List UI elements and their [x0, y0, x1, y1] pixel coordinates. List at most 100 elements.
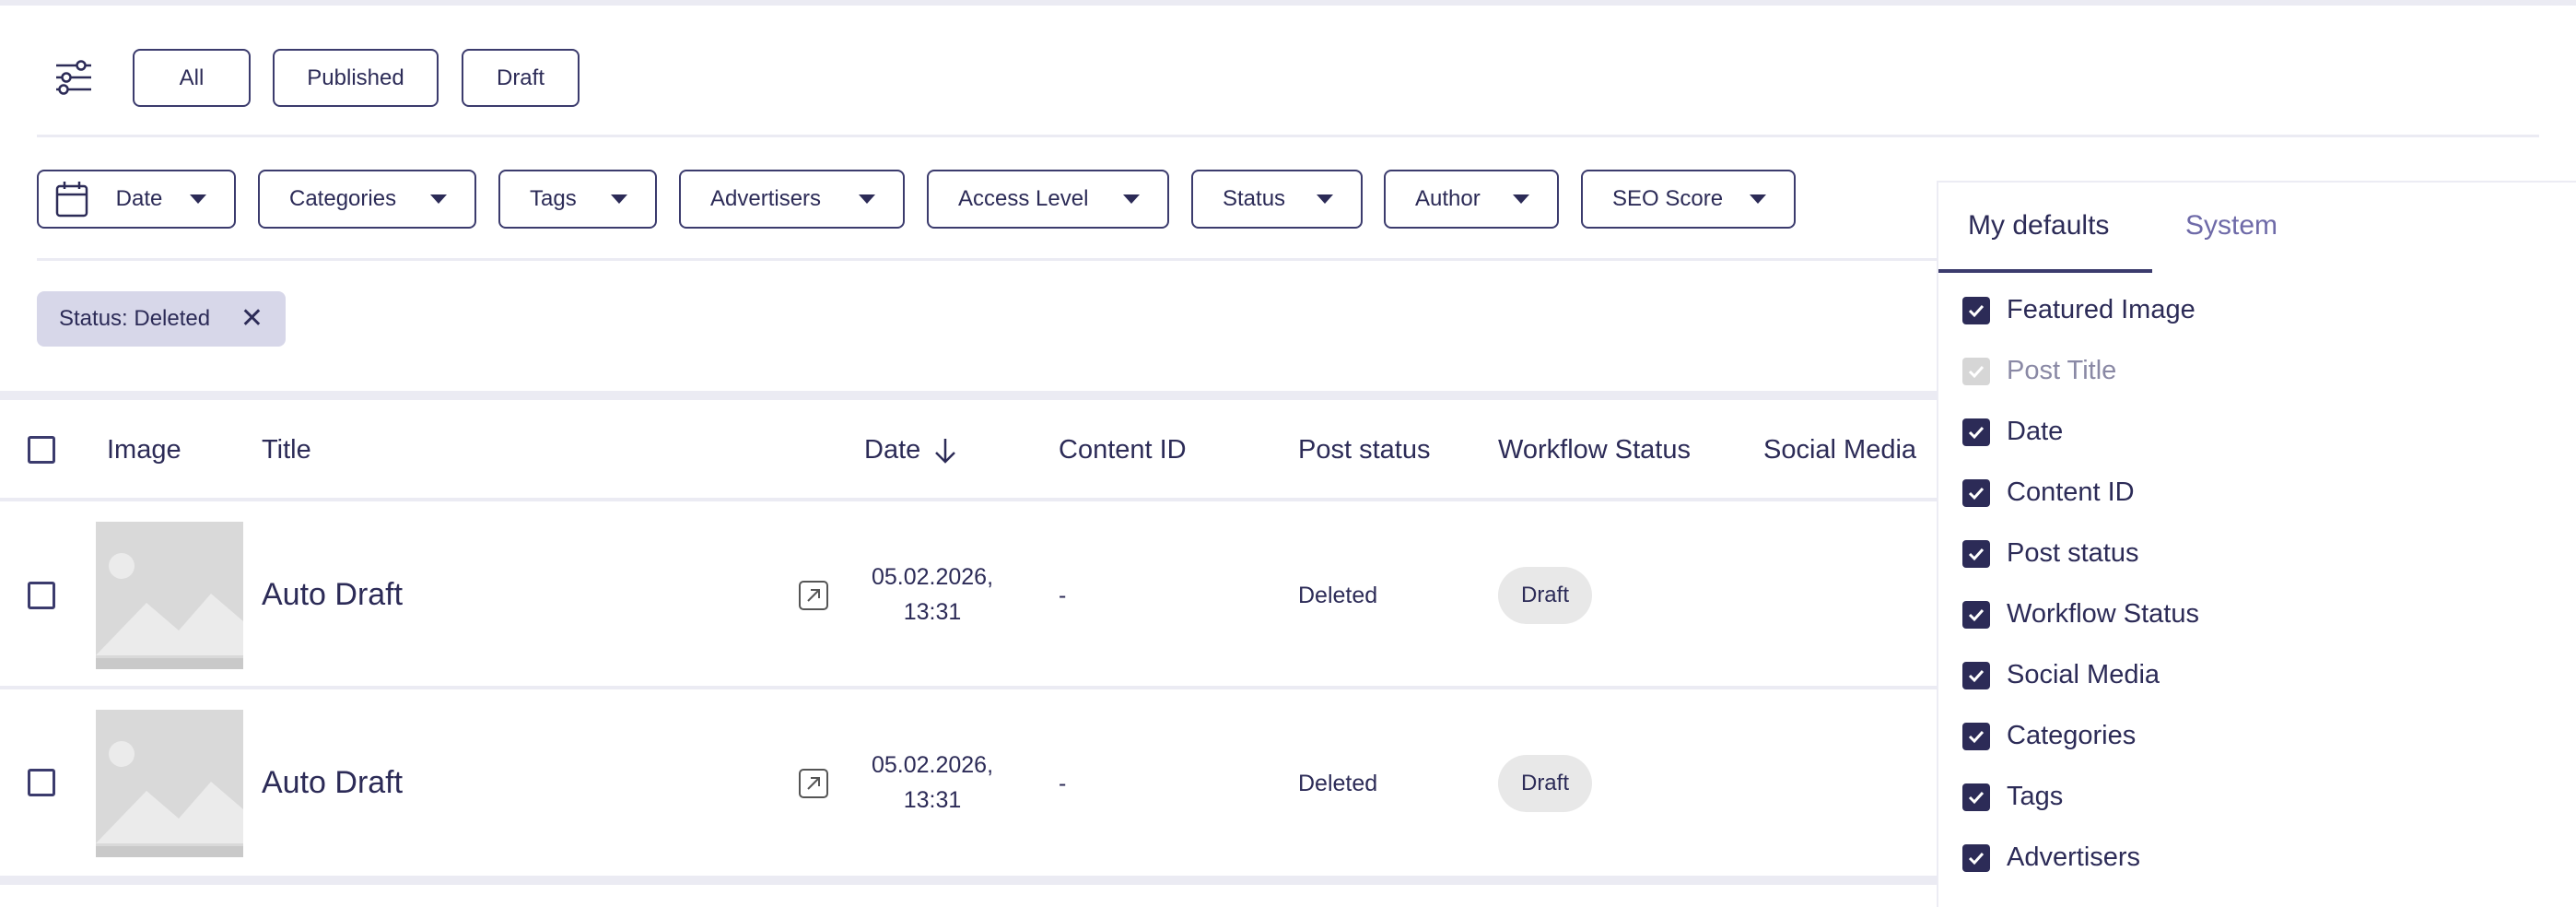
arrow-down-icon — [935, 438, 956, 464]
calendar-icon — [55, 182, 88, 218]
active-filter-label: Status: Deleted — [59, 306, 211, 331]
checkbox-checked-icon[interactable] — [1962, 783, 1990, 811]
status-filter-label: Status — [1223, 186, 1286, 211]
row-date: 05.02.2026, 13:31 — [864, 748, 1001, 818]
chevron-down-icon — [1750, 194, 1766, 204]
chevron-down-icon — [1123, 194, 1140, 204]
column-option-label: Categories — [2007, 721, 2137, 750]
row-content-id: - — [1059, 771, 1067, 796]
select-all-checkbox[interactable] — [28, 436, 55, 464]
column-header-date[interactable]: Date — [864, 435, 959, 465]
column-header-title[interactable]: Title — [262, 435, 311, 465]
checkbox-checked-icon[interactable] — [1962, 661, 1990, 689]
chevron-down-icon — [1513, 194, 1529, 204]
workflow-status-badge: Draft — [1498, 567, 1592, 624]
column-settings-panel: My defaults System Featured Image Post Ti… — [1937, 181, 2576, 907]
active-filter-chip: Status: Deleted ✕ — [37, 291, 286, 347]
checkbox-checked-icon[interactable] — [1962, 478, 1990, 507]
column-option-date[interactable]: Date — [1962, 417, 2063, 447]
checkbox-checked-icon[interactable] — [1962, 722, 1990, 750]
date-filter-label: Date — [115, 186, 163, 211]
tags-filter-dropdown[interactable]: Tags — [498, 170, 657, 229]
chevron-down-icon — [430, 194, 447, 204]
status-filter-dropdown[interactable]: Status — [1191, 170, 1363, 229]
column-option-advertisers[interactable]: Advertisers — [1962, 842, 2140, 873]
column-option-label: Post status — [2007, 538, 2139, 568]
row-date-time: 13:31 — [903, 599, 962, 625]
seo-score-filter-label: SEO Score — [1612, 186, 1724, 211]
column-header-content-id[interactable]: Content ID — [1059, 435, 1187, 465]
column-header-date-label: Date — [864, 435, 921, 465]
column-option-label: Content ID — [2007, 477, 2135, 507]
checkbox-checked-icon — [1962, 357, 1990, 385]
column-header-social-media[interactable]: Social Media — [1763, 435, 1916, 465]
seo-score-filter-dropdown[interactable]: SEO Score — [1581, 170, 1796, 229]
top-border — [0, 0, 2576, 6]
image-placeholder-icon — [96, 710, 243, 857]
checkbox-checked-icon[interactable] — [1962, 600, 1990, 629]
column-option-social-media[interactable]: Social Media — [1962, 660, 2160, 690]
column-option-label: Social Media — [2007, 660, 2160, 689]
row-date-day: 05.02.2026, — [871, 564, 994, 590]
chevron-down-icon — [611, 194, 627, 204]
column-option-label: Advertisers — [2007, 842, 2141, 872]
advertisers-filter-label: Advertisers — [710, 186, 822, 211]
filter-published-button[interactable]: Published — [273, 49, 439, 107]
checkbox-checked-icon[interactable] — [1962, 418, 1990, 446]
column-option-featured-image[interactable]: Featured Image — [1962, 295, 2195, 325]
row-date-time: 13:31 — [903, 787, 962, 813]
column-option-post-status[interactable]: Post status — [1962, 538, 2138, 569]
access-level-filter-label: Access Level — [958, 186, 1089, 211]
chevron-down-icon — [189, 194, 206, 204]
workflow-status-badge: Draft — [1498, 755, 1592, 812]
categories-filter-label: Categories — [289, 186, 397, 211]
column-option-label: Post Title — [2007, 356, 2117, 385]
date-filter-dropdown[interactable]: Date — [37, 170, 236, 229]
column-header-workflow-status[interactable]: Workflow Status — [1498, 435, 1691, 465]
checkbox-checked-icon[interactable] — [1962, 843, 1990, 872]
column-option-label: Workflow Status — [2007, 599, 2199, 629]
access-level-filter-dropdown[interactable]: Access Level — [927, 170, 1169, 229]
author-filter-dropdown[interactable]: Author — [1384, 170, 1559, 229]
tab-my-defaults[interactable]: My defaults — [1968, 210, 2109, 241]
tags-filter-label: Tags — [530, 186, 577, 211]
divider — [37, 135, 2539, 137]
column-header-image[interactable]: Image — [107, 435, 181, 465]
active-tab-indicator — [1938, 269, 2152, 273]
divider — [37, 258, 1937, 261]
filter-settings-button[interactable] — [52, 55, 96, 100]
external-link-icon[interactable] — [798, 768, 829, 799]
column-option-tags[interactable]: Tags — [1962, 782, 2063, 812]
remove-filter-close-icon[interactable]: ✕ — [240, 305, 263, 333]
row-date: 05.02.2026, 13:31 — [864, 560, 1001, 630]
column-option-categories[interactable]: Categories — [1962, 721, 2136, 751]
column-option-post-title: Post Title — [1962, 356, 2116, 386]
column-header-post-status[interactable]: Post status — [1298, 435, 1430, 465]
checkbox-checked-icon[interactable] — [1962, 539, 1990, 568]
sliders-icon — [56, 60, 91, 95]
column-option-workflow-status[interactable]: Workflow Status — [1962, 599, 2199, 630]
column-option-label: Date — [2007, 417, 2064, 446]
column-option-content-id[interactable]: Content ID — [1962, 477, 2135, 508]
author-filter-label: Author — [1415, 186, 1481, 211]
image-placeholder-icon — [96, 522, 243, 669]
row-content-id: - — [1059, 583, 1067, 608]
advertisers-filter-dropdown[interactable]: Advertisers — [679, 170, 905, 229]
row-date-day: 05.02.2026, — [871, 752, 994, 778]
row-post-status: Deleted — [1298, 771, 1378, 796]
filter-draft-button[interactable]: Draft — [462, 49, 580, 107]
filter-all-button[interactable]: All — [133, 49, 251, 107]
categories-filter-dropdown[interactable]: Categories — [258, 170, 476, 229]
chevron-down-icon — [1317, 194, 1333, 204]
row-title[interactable]: Auto Draft — [262, 765, 403, 801]
row-title[interactable]: Auto Draft — [262, 577, 403, 613]
column-option-label: Tags — [2007, 782, 2064, 811]
checkbox-checked-icon[interactable] — [1962, 296, 1990, 324]
row-post-status: Deleted — [1298, 583, 1378, 608]
external-link-icon[interactable] — [798, 580, 829, 611]
column-option-label: Featured Image — [2007, 295, 2195, 324]
row-checkbox[interactable] — [28, 769, 55, 796]
tab-system[interactable]: System — [2185, 210, 2277, 241]
row-checkbox[interactable] — [28, 582, 55, 609]
chevron-down-icon — [859, 194, 875, 204]
